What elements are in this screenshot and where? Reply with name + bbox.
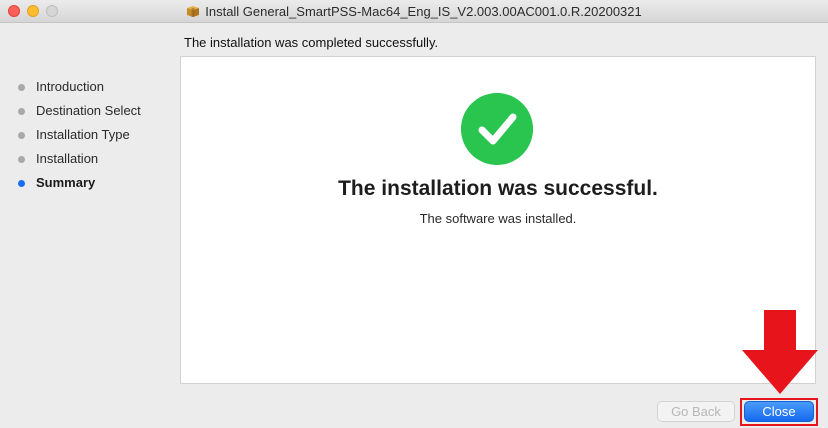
step-label: Destination Select xyxy=(36,103,141,118)
step-introduction: Introduction xyxy=(18,79,141,103)
step-installation-type: Installation Type xyxy=(18,127,141,151)
step-dot-icon xyxy=(18,132,25,139)
status-message: The installation was completed successfu… xyxy=(184,35,439,50)
success-subtitle: The software was installed. xyxy=(419,211,577,226)
package-icon xyxy=(187,5,200,17)
step-label: Summary xyxy=(36,175,96,190)
step-label: Installation xyxy=(36,151,99,166)
step-summary: Summary xyxy=(18,175,141,199)
installer-steps: Introduction Destination Select Installa… xyxy=(18,79,141,199)
checkmark-circle-icon xyxy=(461,93,533,165)
go-back-button[interactable]: Go Back xyxy=(657,401,735,422)
step-label: Installation Type xyxy=(36,127,130,142)
step-destination-select: Destination Select xyxy=(18,103,141,127)
title-bar: Install General_SmartPSS-Mac64_Eng_IS_V2… xyxy=(0,0,828,23)
step-installation: Installation xyxy=(18,151,141,175)
step-dot-icon xyxy=(18,84,25,91)
window-title: Install General_SmartPSS-Mac64_Eng_IS_V2… xyxy=(205,3,642,19)
step-dot-icon xyxy=(18,108,25,115)
step-dot-active-icon xyxy=(18,180,25,187)
step-label: Introduction xyxy=(36,79,104,94)
content-panel: The installation was successful. The sof… xyxy=(180,56,816,384)
window-title-group: Install General_SmartPSS-Mac64_Eng_IS_V2… xyxy=(0,0,828,22)
red-down-arrow-icon xyxy=(742,310,818,394)
success-title: The installation was successful. xyxy=(338,177,658,200)
close-button-highlight xyxy=(740,398,818,426)
step-dot-icon xyxy=(18,156,25,163)
